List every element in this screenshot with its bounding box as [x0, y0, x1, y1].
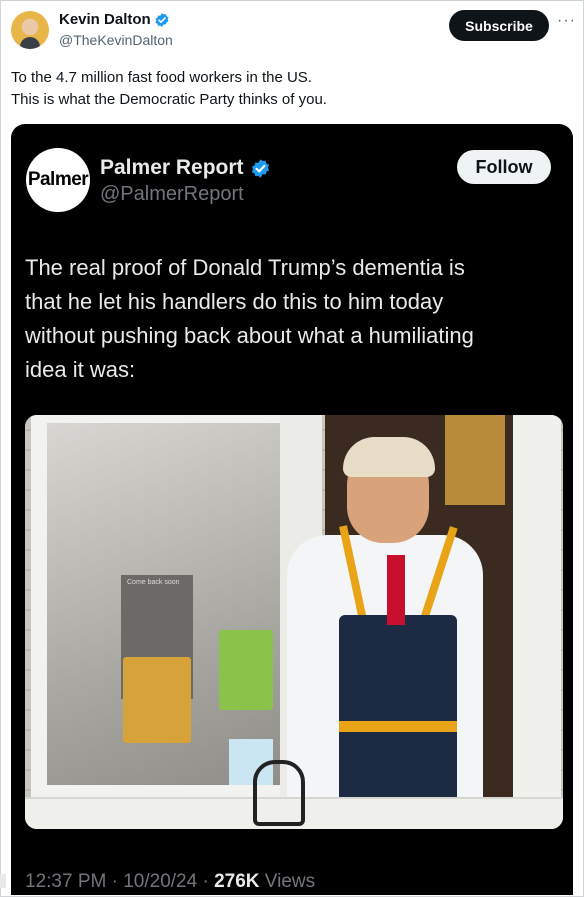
apron: [339, 615, 457, 805]
quoted-post-meta: 12:37 PM · 10/20/24 · 276K Views: [25, 871, 315, 893]
author-handle[interactable]: @TheKevinDalton: [59, 32, 173, 48]
quoted-text-line: that he let his handlers do this to him …: [25, 289, 444, 314]
quoted-author-avatar[interactable]: Palmer: [26, 148, 90, 212]
author-avatar[interactable]: [11, 11, 49, 49]
meta-separator: ·: [202, 871, 209, 892]
quoted-post[interactable]: Palmer Palmer Report @PalmerReport Follo…: [11, 124, 573, 895]
person-hair: [343, 437, 435, 477]
quoted-author-name[interactable]: Palmer Report: [100, 156, 244, 180]
apron-stripe: [339, 721, 457, 732]
wood-panel: [445, 415, 505, 505]
verified-badge-icon: [155, 13, 169, 27]
window-frame-right: [513, 415, 561, 829]
edge-chip: [0, 874, 6, 888]
quoted-text-line: idea it was:: [25, 357, 136, 382]
post-text: To the 4.7 million fast food workers in …: [11, 67, 571, 111]
menu-sign-text: Come back soon: [127, 579, 180, 586]
subscribe-button[interactable]: Subscribe: [449, 10, 549, 41]
verified-badge-icon: [251, 159, 270, 178]
follow-button[interactable]: Follow: [457, 150, 551, 184]
service-bell-icon: [253, 760, 305, 826]
post-date[interactable]: 10/20/24: [123, 871, 197, 892]
post-text-line: To the 4.7 million fast food workers in …: [11, 69, 312, 86]
post-text-line: This is what the Democratic Party thinks…: [11, 91, 327, 108]
green-sign: [219, 630, 273, 710]
quoted-post-text: The real proof of Donald Trump’s dementi…: [25, 251, 565, 387]
quoted-text-line: The real proof of Donald Trump’s dementi…: [25, 255, 465, 280]
views-label: Views: [264, 871, 316, 892]
red-tie: [387, 555, 405, 625]
quoted-author-handle[interactable]: @PalmerReport: [100, 183, 244, 206]
quoted-text-line: without pushing back about what a humili…: [25, 323, 474, 348]
fries-sign: [123, 657, 191, 743]
meta-separator: ·: [111, 871, 118, 892]
post-time[interactable]: 12:37 PM: [25, 871, 106, 892]
author-name[interactable]: Kevin Dalton: [59, 11, 151, 28]
quoted-avatar-text: Palmer: [27, 169, 89, 190]
more-icon[interactable]: ···: [557, 12, 576, 30]
views-count: 276K: [214, 871, 260, 892]
post-image[interactable]: Come back soon: [25, 415, 563, 829]
